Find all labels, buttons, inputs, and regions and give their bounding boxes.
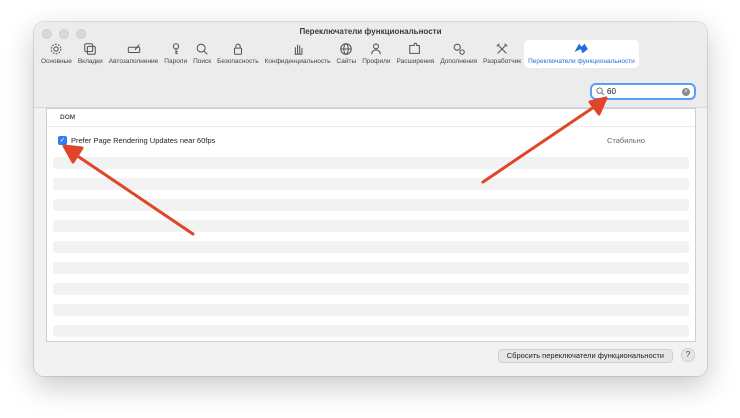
key-icon <box>172 43 179 55</box>
autofill-icon <box>127 44 140 54</box>
person-icon <box>371 43 382 55</box>
tab-advanced[interactable]: Дополнения <box>437 40 480 68</box>
empty-row <box>53 199 689 211</box>
empty-row <box>53 157 689 169</box>
tab-autofill[interactable]: Автозаполнение <box>106 40 162 68</box>
empty-row <box>53 304 689 316</box>
tab-profiles[interactable]: Профили <box>359 40 393 68</box>
tab-label: Дополнения <box>440 58 478 65</box>
gears-icon <box>453 43 465 55</box>
search-input[interactable] <box>607 87 677 96</box>
preferences-toolbar: Основные Вкладки Автозаполнение Пароли П… <box>38 40 639 68</box>
tab-label: Переключатели функциональности <box>528 58 635 65</box>
empty-row <box>53 178 689 190</box>
empty-row <box>53 325 689 337</box>
tab-label: Автозаполнение <box>108 58 159 65</box>
tab-label: Конфиденциальность <box>264 58 331 65</box>
tab-label: Пароли <box>164 58 188 65</box>
tab-websites[interactable]: Сайты <box>334 40 360 68</box>
search-icon <box>196 43 208 55</box>
tab-label: Безопасность <box>217 58 259 65</box>
search-icon <box>596 87 605 96</box>
tab-label: Основные <box>41 58 72 65</box>
section-header: DOM <box>47 109 695 127</box>
tab-label: Поиск <box>193 58 212 65</box>
tab-search[interactable]: Поиск <box>190 40 214 68</box>
tab-general[interactable]: Основные <box>38 40 75 68</box>
tab-privacy[interactable]: Конфиденциальность <box>262 40 334 68</box>
globe-icon <box>340 43 353 55</box>
window-title: Переключатели функциональности <box>299 27 442 36</box>
feature-label: Prefer Page Rendering Updates near 60fps <box>71 136 216 145</box>
tab-tabs[interactable]: Вкладки <box>75 40 106 68</box>
search-field[interactable]: × <box>590 83 696 100</box>
tab-passwords[interactable]: Пароли <box>161 40 190 68</box>
tab-label: Вкладки <box>77 58 103 65</box>
tabs-icon <box>84 43 97 55</box>
lock-icon <box>233 43 242 55</box>
reset-flags-button[interactable]: Сбросить переключатели функциональности <box>497 349 673 363</box>
flags-icon <box>574 43 589 54</box>
tab-feature-flags[interactable]: Переключатели функциональности <box>524 40 639 68</box>
feature-checkbox[interactable]: ✓ <box>58 136 67 145</box>
tab-label: Сайты <box>336 58 357 65</box>
tab-label: Профили <box>362 58 391 65</box>
settings-window: Переключатели функциональности Основные … <box>34 22 707 376</box>
empty-row <box>53 262 689 274</box>
tab-security[interactable]: Безопасность <box>214 40 261 68</box>
feature-flags-list: DOM ✓ Prefer Page Rendering Updates near… <box>46 108 696 342</box>
empty-row <box>53 241 689 253</box>
footer: Сбросить переключатели функциональности … <box>34 347 707 369</box>
tools-icon <box>496 43 508 54</box>
feature-status: Стабильно <box>606 136 645 145</box>
tab-developer[interactable]: Разработчик <box>480 40 524 68</box>
hand-icon <box>294 44 303 55</box>
empty-row <box>53 283 689 295</box>
puzzle-icon <box>409 42 421 54</box>
tab-extensions[interactable]: Расширения <box>394 40 438 68</box>
empty-row <box>53 220 689 232</box>
list-item: ✓ Prefer Page Rendering Updates near 60f… <box>53 133 689 148</box>
gear-icon <box>51 43 62 55</box>
clear-search-icon[interactable]: × <box>682 88 690 96</box>
help-button[interactable]: ? <box>681 348 695 362</box>
tab-label: Расширения <box>396 58 435 65</box>
tab-label: Разработчик <box>483 58 522 65</box>
